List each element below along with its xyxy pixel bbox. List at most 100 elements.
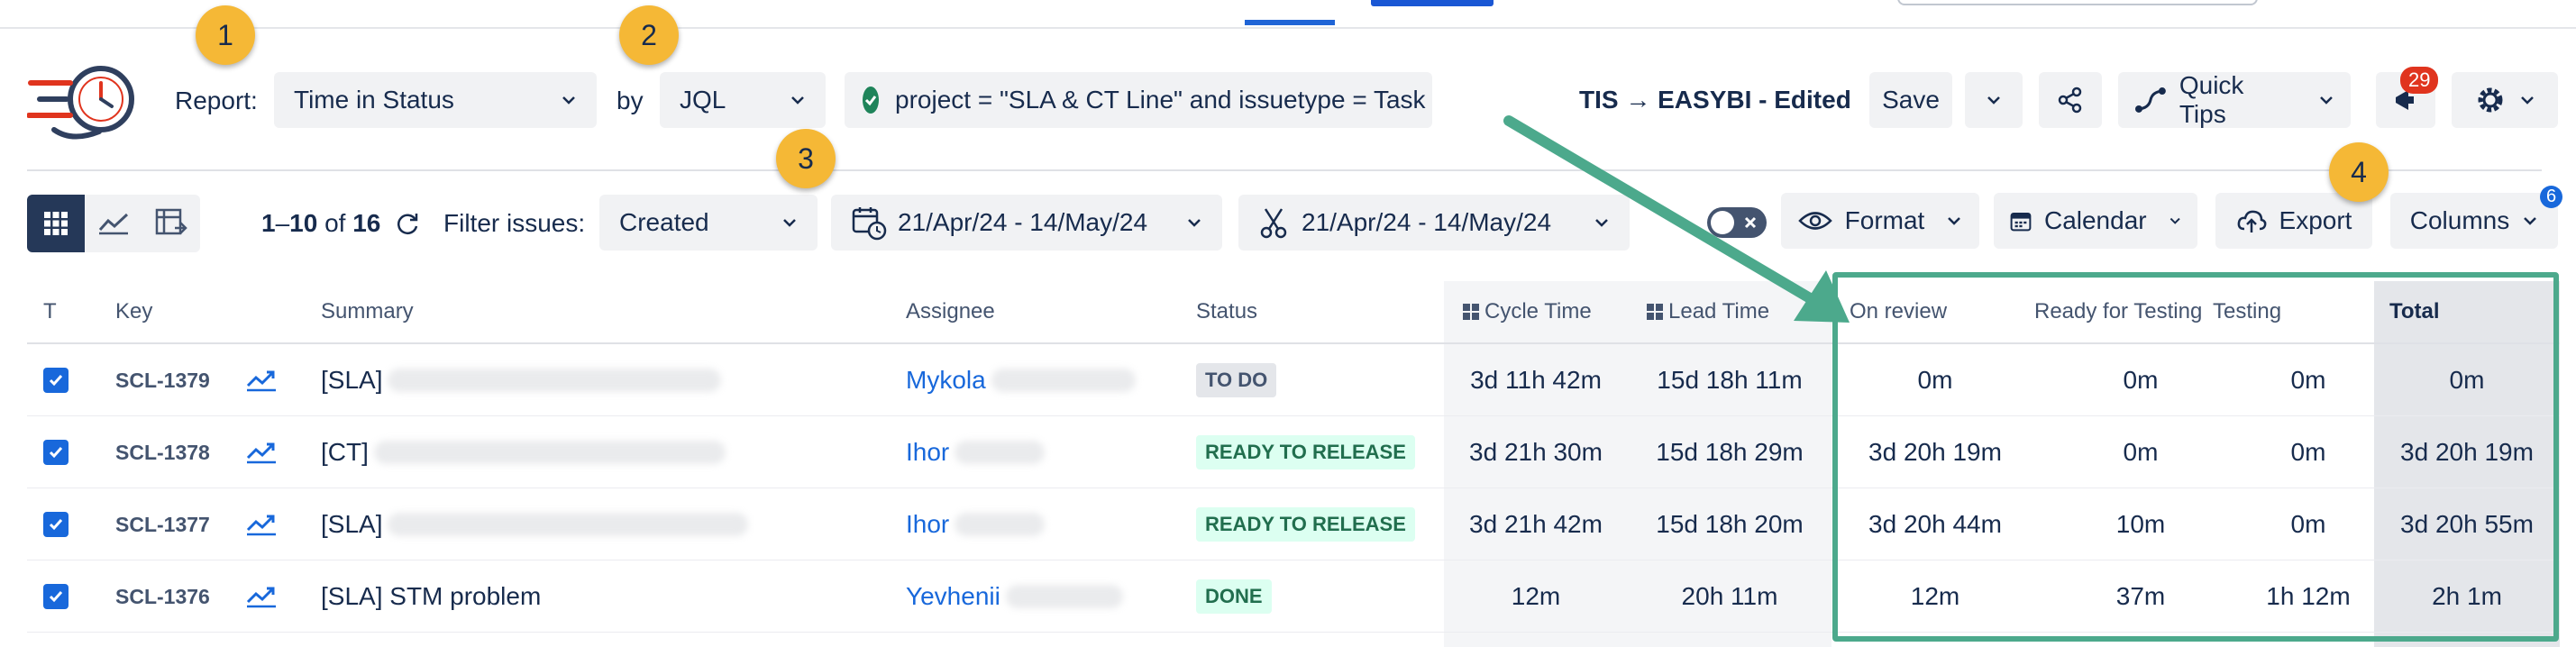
col-header-key[interactable]: Key [115,299,152,324]
callout-badge: 3 [776,129,836,188]
columns-button[interactable]: Columns [2390,193,2558,249]
share-button[interactable] [2039,72,2102,128]
app-logo-icon [27,66,134,140]
jql-query-text: project = "SLA & CT Line" and issuetype … [895,86,1426,114]
grid-view-button[interactable] [27,195,85,252]
chevron-down-icon [1948,217,1961,225]
pointer-arrow [1503,115,1850,323]
row-checkbox[interactable] [43,368,69,393]
line-chart-icon [98,213,129,235]
assignee-link[interactable]: Mykola [906,366,986,395]
calendar-icon [2010,213,2032,232]
chart-trend-icon[interactable] [245,513,278,536]
lead-time-value: 15d 18h 29m [1656,438,1804,466]
status-badge: DONE [1196,579,1272,614]
save-options-button[interactable] [1965,72,2023,128]
calendar-label: Calendar [2043,206,2147,234]
top-nav-button[interactable] [1371,0,1494,6]
callout-badge: 1 [196,5,255,65]
range-end: 10 [289,209,318,237]
filter-issues-select[interactable]: Created [599,195,818,251]
row-checkbox[interactable] [43,512,69,537]
settings-button[interactable] [2452,72,2558,128]
check-icon [49,519,63,531]
assignee-link[interactable]: Yevhenii [906,582,1000,611]
col-header-assignee[interactable]: Assignee [906,299,995,324]
redacted-text [955,441,1046,464]
issue-summary[interactable]: [CT] [321,438,369,467]
col-header-summary[interactable]: Summary [321,299,414,324]
row-checkbox[interactable] [43,440,69,465]
issue-summary[interactable]: [SLA] [321,366,382,395]
quick-tips-label: Quick Tips [2179,71,2244,128]
issue-key[interactable]: SCL-1377 [115,488,210,560]
chart-view-button[interactable] [85,195,142,252]
report-select-value: Time in Status [294,86,454,114]
export-button[interactable]: Export [2215,193,2372,249]
top-search-field[interactable] [1897,0,2258,5]
status-badge: READY TO RELEASE [1196,507,1415,542]
chevron-down-icon [1188,219,1201,227]
issue-key[interactable]: SCL-1378 [115,416,210,488]
share-icon [2058,87,2082,114]
col-header-type[interactable]: T [43,299,57,324]
status-badge: TO DO [1196,363,1277,397]
by-select[interactable]: JQL [660,72,826,128]
assignee-link[interactable]: Ihor [906,438,949,467]
assignee-link[interactable]: Ihor [906,510,949,539]
issue-summary[interactable]: [SLA] STM problem [321,582,541,611]
chart-trend-icon[interactable] [245,585,278,608]
lead-time-value: 15d 18h 11m [1657,366,1803,394]
scissors-icon [1260,208,1287,239]
filter-issues-value: Created [619,208,709,236]
redacted-text [388,513,749,536]
cycle-time-value: 3d 21h 42m [1469,510,1603,538]
refresh-icon[interactable] [393,209,422,238]
lead-time-value: 20h 11m [1681,582,1778,610]
count-of-text: of [317,209,353,237]
gear-icon [2478,87,2503,113]
lead-time-value: 15d 18h 20m [1656,510,1804,538]
chart-trend-icon[interactable] [245,369,278,392]
jql-query-field[interactable]: project = "SLA & CT Line" and issuetype … [845,72,1432,128]
row-checkbox[interactable] [43,584,69,609]
pivot-view-button[interactable] [142,195,200,252]
calendar-button[interactable]: Calendar [1994,193,2197,249]
pivot-table-icon [155,208,187,235]
grid-icon [44,212,68,235]
callout-badge: 2 [619,5,679,65]
chevron-down-icon [2524,217,2537,225]
issue-key[interactable]: SCL-1379 [115,344,210,416]
chevron-down-icon [791,96,804,105]
calendar-clock-icon [852,207,887,241]
group-icon [1463,304,1479,320]
report-select[interactable]: Time in Status [274,72,597,128]
save-label: Save [1882,86,1940,114]
redacted-text [1005,585,1123,608]
callout-badge: 4 [2329,142,2389,202]
check-icon [49,447,63,459]
check-icon [49,375,63,387]
view-switcher [27,195,200,252]
cycle-time-value: 12m [1511,582,1561,610]
col-header-status[interactable]: Status [1196,299,1257,324]
chevron-down-icon [2320,96,2333,105]
save-button[interactable]: Save [1869,72,1952,128]
report-label: Report: [175,87,258,114]
redacted-text [373,441,726,464]
status-badge: READY TO RELEASE [1196,435,1415,469]
top-divider [0,27,2576,29]
chart-trend-icon[interactable] [245,441,278,464]
by-select-value: JQL [680,86,726,114]
quick-tips-button[interactable]: Quick Tips [2118,71,2351,128]
header-divider [27,169,2542,171]
active-tab-indicator [1245,20,1335,25]
date-range-picker[interactable]: 21/Apr/24 - 14/May/24 [831,195,1222,251]
check-icon [49,591,63,603]
columns-label: Columns [2409,206,2510,234]
redacted-text [955,513,1046,536]
issue-summary[interactable]: [SLA] [321,510,382,539]
pagination-count: 1–10 of 16 [261,209,380,238]
chevron-down-icon [783,219,796,227]
issue-key[interactable]: SCL-1376 [115,560,210,633]
